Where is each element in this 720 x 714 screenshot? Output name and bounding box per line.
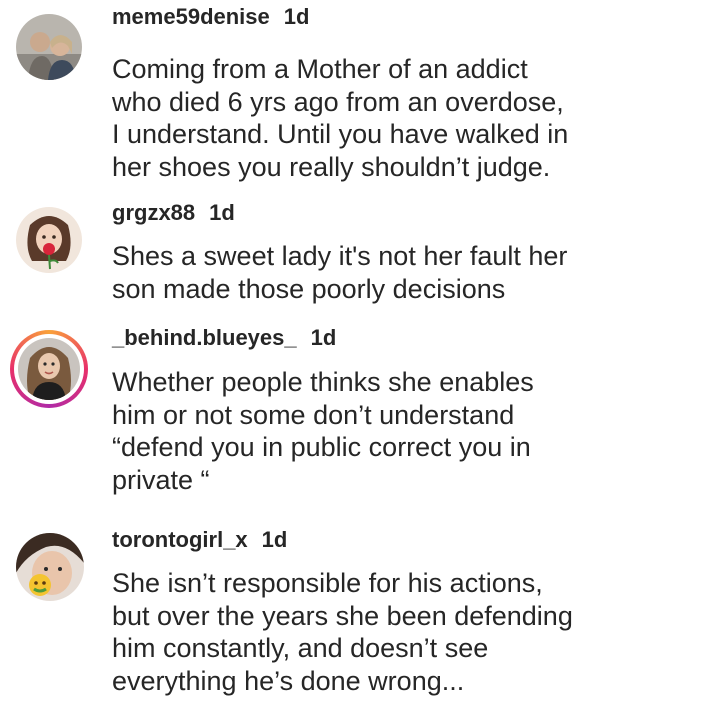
comment-text-line: him or not some don’t understand bbox=[112, 399, 515, 430]
comment-text-line: son made those poorly decisions bbox=[112, 273, 506, 304]
comment-text-line: “defend you in public correct you in bbox=[112, 432, 531, 462]
comment-text-line: him constantly, and doesn’t see bbox=[112, 633, 489, 663]
comment-text-line: but over the years she been defending bbox=[112, 600, 573, 631]
comment-item: torontogirl_x 1d She isn’t responsible fo… bbox=[0, 515, 720, 714]
comment-timestamp: 1d bbox=[283, 4, 310, 29]
comment-text-line: her shoes you really shouldn’t judge. bbox=[112, 151, 551, 182]
comment-username[interactable]: _behind.blueyes_ bbox=[112, 325, 297, 350]
comment-text: Whether people thinks she enables him or… bbox=[112, 366, 534, 496]
woman-with-rose-avatar[interactable] bbox=[16, 207, 82, 273]
comment-text-line: who died 6 yrs ago from an overdose, bbox=[112, 86, 564, 117]
comment-text-line: Coming from a Mother of an addict bbox=[112, 54, 528, 84]
comment-text-line: Shes a sweet lady it's not her fault her bbox=[112, 241, 568, 271]
comment-timestamp: 1d bbox=[310, 325, 337, 350]
selfie-with-emoji-avatar[interactable] bbox=[16, 533, 84, 601]
comment-text-line: Whether people thinks she enables bbox=[112, 367, 534, 397]
comment-text: She isn’t responsible for his actions, b… bbox=[112, 567, 573, 697]
comment-text-line: I understand. Until you have walked in bbox=[112, 119, 569, 149]
comment-username[interactable]: meme59denise bbox=[112, 4, 270, 29]
comment-text-line: She isn’t responsible for his actions, bbox=[112, 568, 543, 598]
comment-timestamp: 1d bbox=[261, 527, 288, 552]
comment-text: Shes a sweet lady it's not her fault her… bbox=[112, 240, 567, 305]
comment-text: Coming from a Mother of an addict who di… bbox=[112, 53, 568, 183]
comment-item: grgzx88 1d Shes a sweet lady it's not her… bbox=[0, 195, 720, 320]
woman-portrait-avatar[interactable] bbox=[18, 338, 80, 400]
comment-text-line: private “ bbox=[112, 464, 210, 495]
comment-item: _behind.blueyes_ 1d Whether people thinks… bbox=[0, 322, 720, 512]
comment-username[interactable]: grgzx88 bbox=[112, 200, 195, 225]
couple-photo-avatar[interactable] bbox=[16, 14, 82, 80]
comment-text-line: everything he’s done wrong... bbox=[112, 665, 465, 696]
comment-timestamp: 1d bbox=[209, 200, 235, 225]
comment-item: meme59denise 1d Coming from a Mother of a… bbox=[0, 0, 720, 190]
comment-username[interactable]: torontogirl_x bbox=[112, 527, 248, 552]
